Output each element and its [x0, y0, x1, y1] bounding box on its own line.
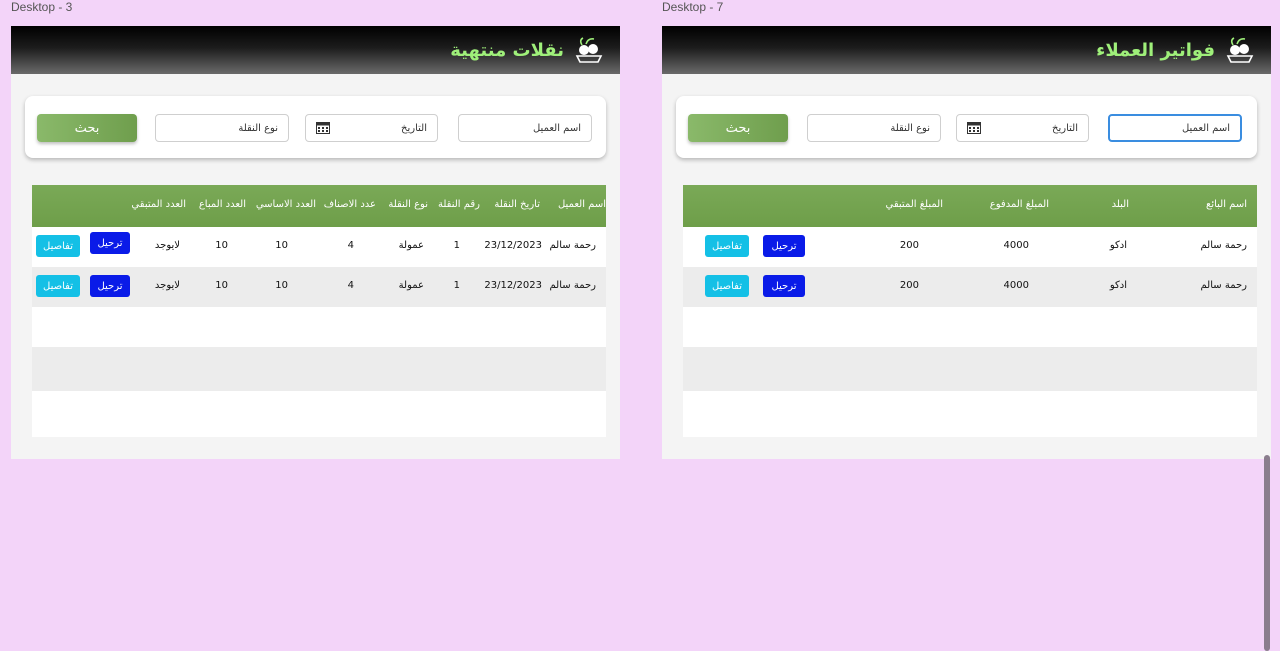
cell-base: 10: [275, 280, 288, 291]
cell-country: ادكو: [1109, 280, 1127, 291]
details-button[interactable]: تفاصيل: [36, 275, 80, 297]
post-button[interactable]: ترحيل: [90, 275, 130, 297]
col-base: العدد الاساسي: [255, 199, 316, 210]
customer-invoices-table: اسم البائع البلد المبلغ المدفوع المبلغ ا…: [683, 185, 1257, 437]
table-header: اسم العميل تاريخ النقلة رقم النقلة نوع ا…: [32, 185, 606, 227]
table-row-empty: [683, 347, 1257, 391]
cell-type: عمولة: [398, 280, 424, 291]
col-paid: المبلغ المدفوع: [989, 199, 1049, 210]
cell-client: رحمة سالم: [549, 240, 596, 251]
col-number: رقم النقلة: [437, 199, 480, 210]
frame-label-right: Desktop - 7: [662, 0, 724, 14]
header-bar: فواتير العملاء: [662, 26, 1271, 74]
col-date: تاريخ النقلة: [494, 199, 540, 210]
page-title: نقلات منتهية: [450, 39, 564, 61]
cell-date: 23/12/2023: [484, 240, 542, 251]
date-input[interactable]: التاريخ: [305, 114, 438, 142]
finished-transfers-table: اسم العميل تاريخ النقلة رقم النقلة نوع ا…: [32, 185, 606, 437]
col-sold: العدد المباع: [198, 199, 246, 210]
col-type: نوع النقلة: [388, 199, 428, 210]
post-button[interactable]: ترحيل: [763, 275, 805, 297]
cell-country: ادكو: [1109, 240, 1127, 251]
cell-remaining: لايوجد: [154, 280, 180, 291]
date-input[interactable]: التاريخ: [956, 114, 1089, 142]
table-row: رحمة سالم 23/12/2023 1 عمولة 4 10 10 لاي…: [32, 267, 606, 307]
client-name-placeholder: اسم العميل: [532, 122, 581, 134]
search-button[interactable]: بحث: [688, 114, 788, 142]
frame-desktop-7: فواتير العملاء اسم العميل التاريخ نوع ال…: [662, 26, 1271, 459]
search-card: اسم العميل التاريخ نوع النقلة بحث: [676, 96, 1257, 158]
page-title: فواتير العملاء: [1096, 39, 1215, 61]
date-placeholder: التاريخ: [401, 122, 427, 134]
header-bar: نقلات منتهية: [11, 26, 620, 74]
post-button[interactable]: ترحيل: [763, 235, 805, 257]
table-row: رحمة سالم ادكو 4000 200 ترحيل تفاصيل: [683, 227, 1257, 267]
transfer-type-placeholder: نوع النقلة: [238, 122, 278, 134]
table-row: رحمة سالم 23/12/2023 1 عمولة 4 10 10 لاي…: [32, 227, 606, 267]
cell-number: 1: [453, 280, 460, 291]
cell-client: رحمة سالم: [549, 280, 596, 291]
cell-date: 23/12/2023: [484, 280, 542, 291]
cell-seller: رحمة سالم: [1200, 240, 1247, 251]
col-remaining: المبلغ المتبقي: [885, 199, 943, 210]
col-seller: اسم البائع: [1206, 199, 1247, 210]
client-name-input[interactable]: اسم العميل: [1108, 114, 1242, 142]
cell-remaining: 200: [899, 240, 919, 251]
calendar-icon[interactable]: [967, 121, 981, 134]
cell-seller: رحمة سالم: [1200, 280, 1247, 291]
cell-paid: 4000: [1003, 280, 1029, 291]
col-country: البلد: [1111, 199, 1129, 210]
col-client: اسم العميل: [557, 199, 606, 210]
cell-sold: 10: [215, 240, 228, 251]
date-placeholder: التاريخ: [1052, 122, 1078, 134]
table-row-empty: [683, 307, 1257, 347]
table-row-empty: [32, 307, 606, 347]
cell-base: 10: [275, 240, 288, 251]
cell-sold: 10: [215, 280, 228, 291]
table-row-empty: [683, 391, 1257, 431]
cell-items: 4: [347, 280, 354, 291]
cell-items: 4: [347, 240, 354, 251]
cell-remaining: 200: [899, 280, 919, 291]
search-card: اسم العميل التاريخ نوع النقلة بحث: [25, 96, 606, 158]
transfer-type-placeholder: نوع النقلة: [890, 122, 930, 134]
details-button[interactable]: تفاصيل: [705, 235, 749, 257]
client-name-placeholder: اسم العميل: [1181, 122, 1230, 134]
search-button[interactable]: بحث: [37, 114, 137, 142]
table-row: رحمة سالم ادكو 4000 200 ترحيل تفاصيل: [683, 267, 1257, 307]
vegetable-cart-logo-icon: [575, 37, 603, 63]
col-items: عدد الاصناف: [323, 199, 376, 210]
table-row-empty: [32, 391, 606, 431]
transfer-type-input[interactable]: نوع النقلة: [807, 114, 941, 142]
vegetable-cart-logo-icon: [1226, 37, 1254, 63]
cell-remaining: لايوجد: [154, 240, 180, 251]
cell-type: عمولة: [398, 240, 424, 251]
client-name-input[interactable]: اسم العميل: [458, 114, 592, 142]
cell-number: 1: [453, 240, 460, 251]
col-remaining: العدد المتبقي: [131, 199, 186, 210]
transfer-type-input[interactable]: نوع النقلة: [155, 114, 289, 142]
table-header: اسم البائع البلد المبلغ المدفوع المبلغ ا…: [683, 185, 1257, 227]
frame-label-left: Desktop - 3: [11, 0, 73, 14]
canvas-scrollbar[interactable]: [1264, 455, 1270, 651]
post-button[interactable]: ترحيل: [90, 232, 130, 254]
frame-desktop-3: نقلات منتهية اسم العميل التاريخ نوع النق…: [11, 26, 620, 459]
cell-paid: 4000: [1003, 240, 1029, 251]
table-row-empty: [32, 347, 606, 391]
calendar-icon[interactable]: [316, 121, 330, 134]
details-button[interactable]: تفاصيل: [705, 275, 749, 297]
details-button[interactable]: تفاصيل: [36, 235, 80, 257]
